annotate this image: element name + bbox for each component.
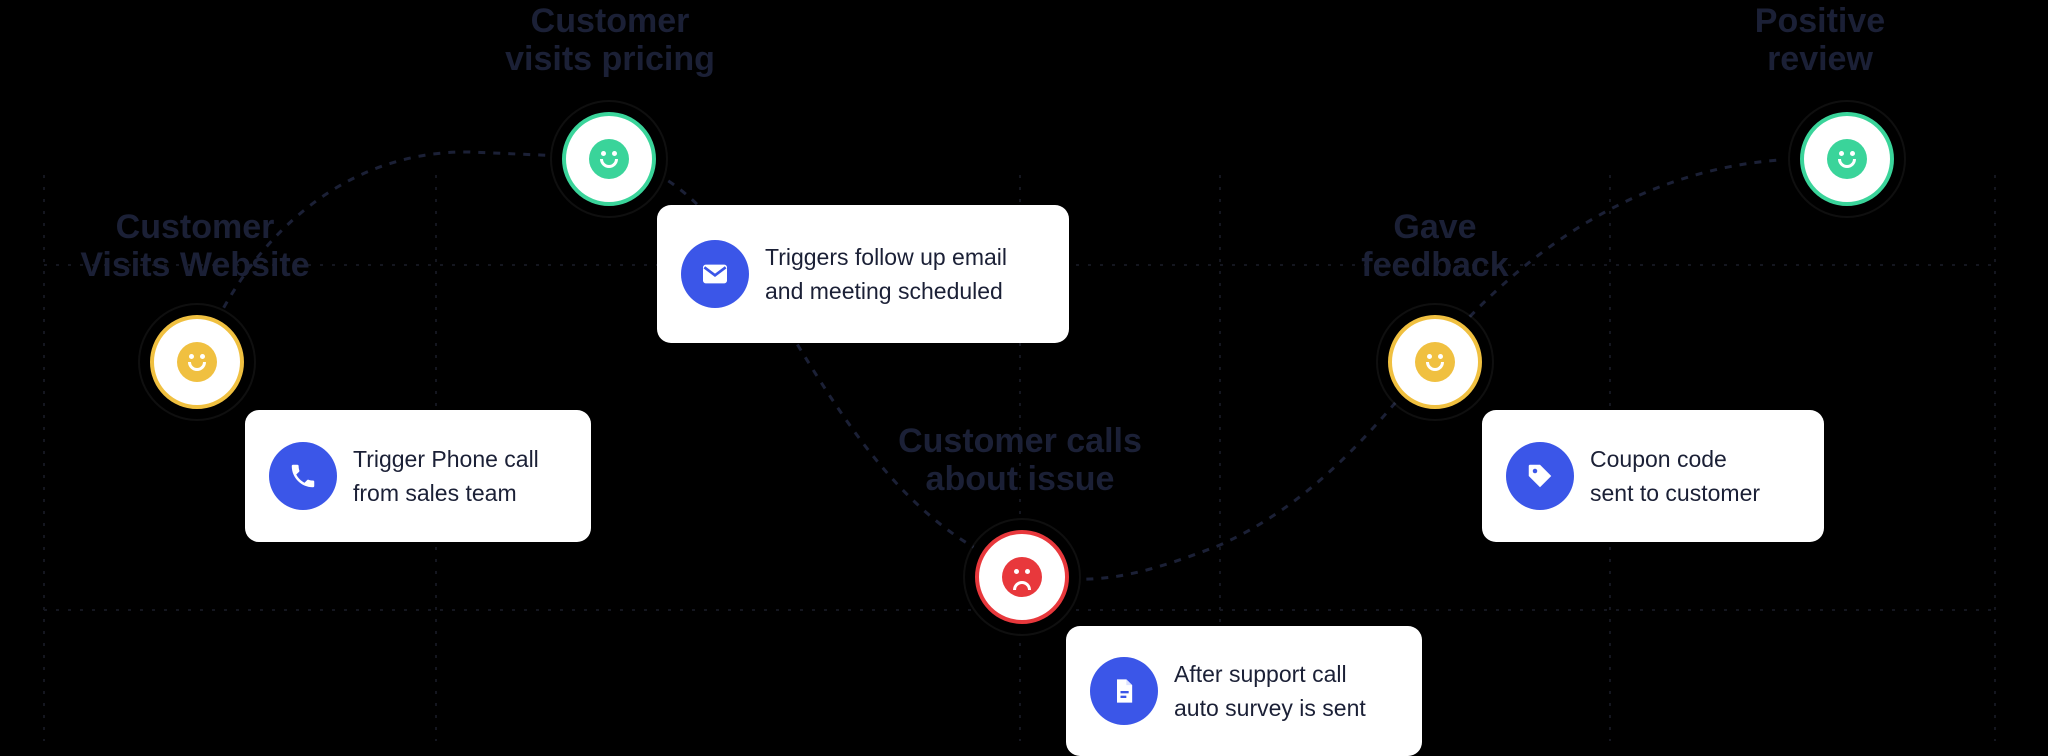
stage-label-visits: Customer Visits Website (80, 208, 310, 284)
stage-label-feedback: Gave feedback (1361, 208, 1509, 284)
customer-journey-diagram: Customer Visits Website Customer visits pr… (0, 0, 2048, 756)
stage-label-review: Positive review (1754, 2, 1886, 78)
phone-icon (269, 442, 337, 510)
action-text-coupon: Coupon code sent to customer (1590, 446, 1761, 506)
action-card-coupon: Coupon code sent to customer (1482, 410, 1824, 542)
stage-label-support: Customer calls about issue (898, 422, 1142, 498)
stage-node-pricing (562, 112, 656, 206)
sad-face-icon (1002, 557, 1042, 597)
action-card-email: Triggers follow up email and meeting sche… (657, 205, 1069, 343)
journey-background (43, 150, 2000, 741)
stage-label-pricing: Customer visits pricing (505, 2, 715, 78)
document-icon (1090, 657, 1158, 725)
stage-node-review (1800, 112, 1894, 206)
action-card-phone: Trigger Phone call from sales team (245, 410, 591, 542)
stage-node-visits (150, 315, 244, 409)
envelope-icon (681, 240, 749, 308)
stage-node-support (975, 530, 1069, 624)
action-text-survey: After support call auto survey is sent (1174, 661, 1366, 721)
stage-node-feedback (1388, 315, 1482, 409)
action-card-survey: After support call auto survey is sent (1066, 626, 1422, 756)
tag-icon (1506, 442, 1574, 510)
action-text-phone: Trigger Phone call from sales team (353, 446, 539, 506)
happy-face-icon (1827, 139, 1867, 179)
action-text-email: Triggers follow up email and meeting sche… (765, 244, 1008, 304)
happy-face-icon (589, 139, 629, 179)
neutral-face-icon (1415, 342, 1455, 382)
neutral-face-icon (177, 342, 217, 382)
